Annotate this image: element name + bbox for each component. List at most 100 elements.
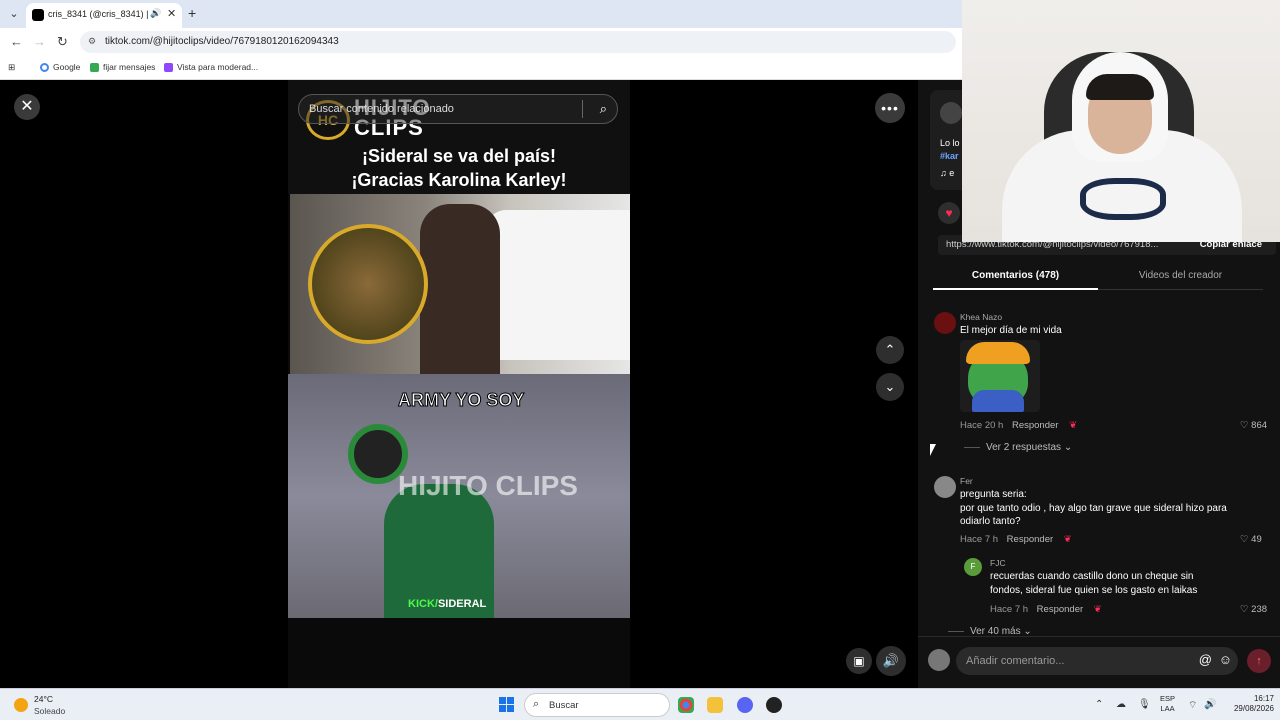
emoji-icon[interactable]: ☺ [1219,652,1232,667]
url-field[interactable]: ⚙ tiktok.com/@hijitoclips/video/76791801… [80,31,956,53]
bookmark-vista-moderador[interactable]: Vista para moderad... [164,62,258,72]
comment-author[interactable]: FJC [990,558,1006,568]
previous-video-icon[interactable]: ⌃ [876,336,904,364]
picture-in-picture-icon[interactable]: ▣ [846,648,872,674]
panel-tabs: Comentarios (478) Videos del creador [933,266,1263,290]
related-search-placeholder[interactable]: Buscar contenido relacionado [309,103,454,115]
mention-icon[interactable]: @ [1199,652,1212,667]
close-icon[interactable]: ✕ [14,94,40,120]
search-icon: ⌕ [533,698,540,710]
video-title: ¡Sideral se va del país! ¡Gracias Karoli… [288,144,630,192]
browser-tab[interactable]: cris_8341 (@cris_8341) | Tik 🔊 ✕ [26,3,182,28]
chrome-icon[interactable] [678,697,694,713]
frog-shirt [972,390,1024,412]
url-text[interactable]: tiktok.com/@hijitoclips/video/7679180120… [105,36,339,47]
windows-taskbar: 24°C Soleado ⌕ Buscar ⌃ ☁ 🎙 ESP LAA ⌔ 🔊 1… [0,688,1280,720]
creator-liked-icon: ❦ [1063,534,1072,545]
chevron-up-icon[interactable]: ⌃ [1095,699,1103,710]
google-icon [40,62,49,72]
like-count: 49 [1251,534,1262,545]
tiktok-favicon-icon [32,9,44,21]
avatar[interactable] [934,476,956,498]
new-tab-icon[interactable]: + [188,5,196,21]
microphone-icon[interactable]: 🎙 [1138,699,1151,710]
clock[interactable]: 16:17 29/08/2026 [1232,694,1274,714]
back-icon[interactable]: ← [10,34,23,49]
bookmarks-bar: ⊞ Google fijar mensajes Vista para moder… [0,56,962,80]
comment-likes[interactable]: ♡ 864 [1240,420,1267,431]
reload-icon[interactable]: ↻ [57,34,68,50]
bookmark-fijar-mensajes[interactable]: fijar mensajes [90,62,155,72]
reply-button[interactable]: Responder [1037,604,1083,615]
pepe-sticker-image [960,340,1040,412]
kick-prefix: KICK/ [408,598,438,610]
taskbar-search[interactable]: ⌕ Buscar [524,693,670,717]
network-icon[interactable]: ☁ [1116,699,1126,710]
reply-button[interactable]: Responder [1007,534,1053,545]
video-title-line1: ¡Sideral se va del país! [361,146,557,166]
weather-status[interactable]: Soleado [34,706,65,716]
comment-text: El mejor día de mi vida [960,325,1062,336]
obs-icon[interactable] [766,697,782,713]
time: 16:17 [1253,694,1274,703]
speaker-icon[interactable]: 🔊 [1204,699,1216,710]
taskbar-search-text[interactable]: Buscar [549,700,579,711]
video-header: HC HIJITOCLIPS ¡Sideral se va del país! … [288,80,630,194]
tab-comments[interactable]: Comentarios (478) [933,266,1098,290]
comment-time: Hace 7 h [990,604,1029,615]
avatar[interactable]: F [964,558,982,576]
comment-meta: Hace 7 h Responder ❦ [990,604,1102,615]
comment-likes[interactable]: ♡ 49 [1240,534,1262,545]
comment-meta: Hace 20 h Responder ❦ [960,420,1077,431]
comment-author[interactable]: Fer [960,476,973,486]
view-replies-button[interactable]: Ver 2 respuestas ⌄ [964,442,1072,453]
creator-avatar[interactable] [940,102,962,124]
sun-icon[interactable] [14,698,28,712]
bookmark-google[interactable]: Google [40,62,80,72]
kick-handle: KICK/SIDERAL [408,598,486,610]
search-icon[interactable]: ⌕ [600,101,607,117]
file-explorer-icon[interactable] [707,697,723,713]
like-count: 864 [1251,420,1268,431]
comment-text: recuerdas cuando castillo dono un cheque… [990,571,1198,596]
wifi-icon[interactable]: ⌔ [1188,699,1197,712]
video-player[interactable]: HC HIJITOCLIPS ¡Sideral se va del país! … [288,80,630,688]
mouse-cursor-icon [930,444,936,456]
comment-time: Hace 20 h [960,420,1004,431]
comment-author[interactable]: Khea Nazo [960,312,1002,322]
reply-button[interactable]: Responder [1012,420,1058,431]
description-hashtag[interactable]: #kar [940,151,959,161]
windows-start-icon[interactable] [499,697,514,712]
apps-grid-icon[interactable]: ⊞ [8,62,15,73]
weather-temp[interactable]: 24°C [34,694,53,704]
hair-image [1086,74,1154,100]
creator-liked-icon: ❦ [1069,420,1078,431]
tab-creator-videos[interactable]: Videos del creador [1098,266,1263,290]
language-code: ESP [1160,694,1176,703]
discord-icon[interactable] [737,697,753,713]
woman-image [420,204,500,374]
close-tab-icon[interactable]: ✕ [167,7,176,20]
volume-icon[interactable]: 🔊 [876,646,906,676]
forward-icon[interactable]: → [33,34,46,49]
user-avatar [928,649,950,671]
comment-input[interactable] [956,647,1186,675]
language-indicator[interactable]: ESP LAA [1160,694,1175,714]
browser-tabbar: ⌄ cris_8341 (@cris_8341) | Tik 🔊 ✕ + [0,0,962,28]
related-search-bar[interactable]: Buscar contenido relacionado ⌕ [298,94,618,124]
music-info[interactable]: ♫ e [940,168,954,178]
comment-meta: Hace 7 h Responder ❦ [960,534,1072,545]
heart-icon[interactable]: ♥ [938,202,960,224]
next-video-icon[interactable]: ⌄ [876,373,904,401]
speaker-icon[interactable]: 🔊 [150,8,161,19]
site-info-icon[interactable]: ⚙ [88,36,96,47]
twitch-icon [164,62,173,72]
send-icon[interactable]: ↑ [1247,649,1271,673]
comment-input-box[interactable]: @ ☺ [956,647,1238,675]
avatar[interactable] [934,312,956,334]
tab-title: cris_8341 (@cris_8341) | Tik [48,9,148,19]
tab-search-icon[interactable]: ⌄ [6,6,22,22]
comment-likes[interactable]: ♡ 238 [1240,604,1267,615]
comment-text: pregunta seria: por que tanto odio , hay… [960,489,1227,527]
more-options-icon[interactable]: ••• [875,93,905,123]
